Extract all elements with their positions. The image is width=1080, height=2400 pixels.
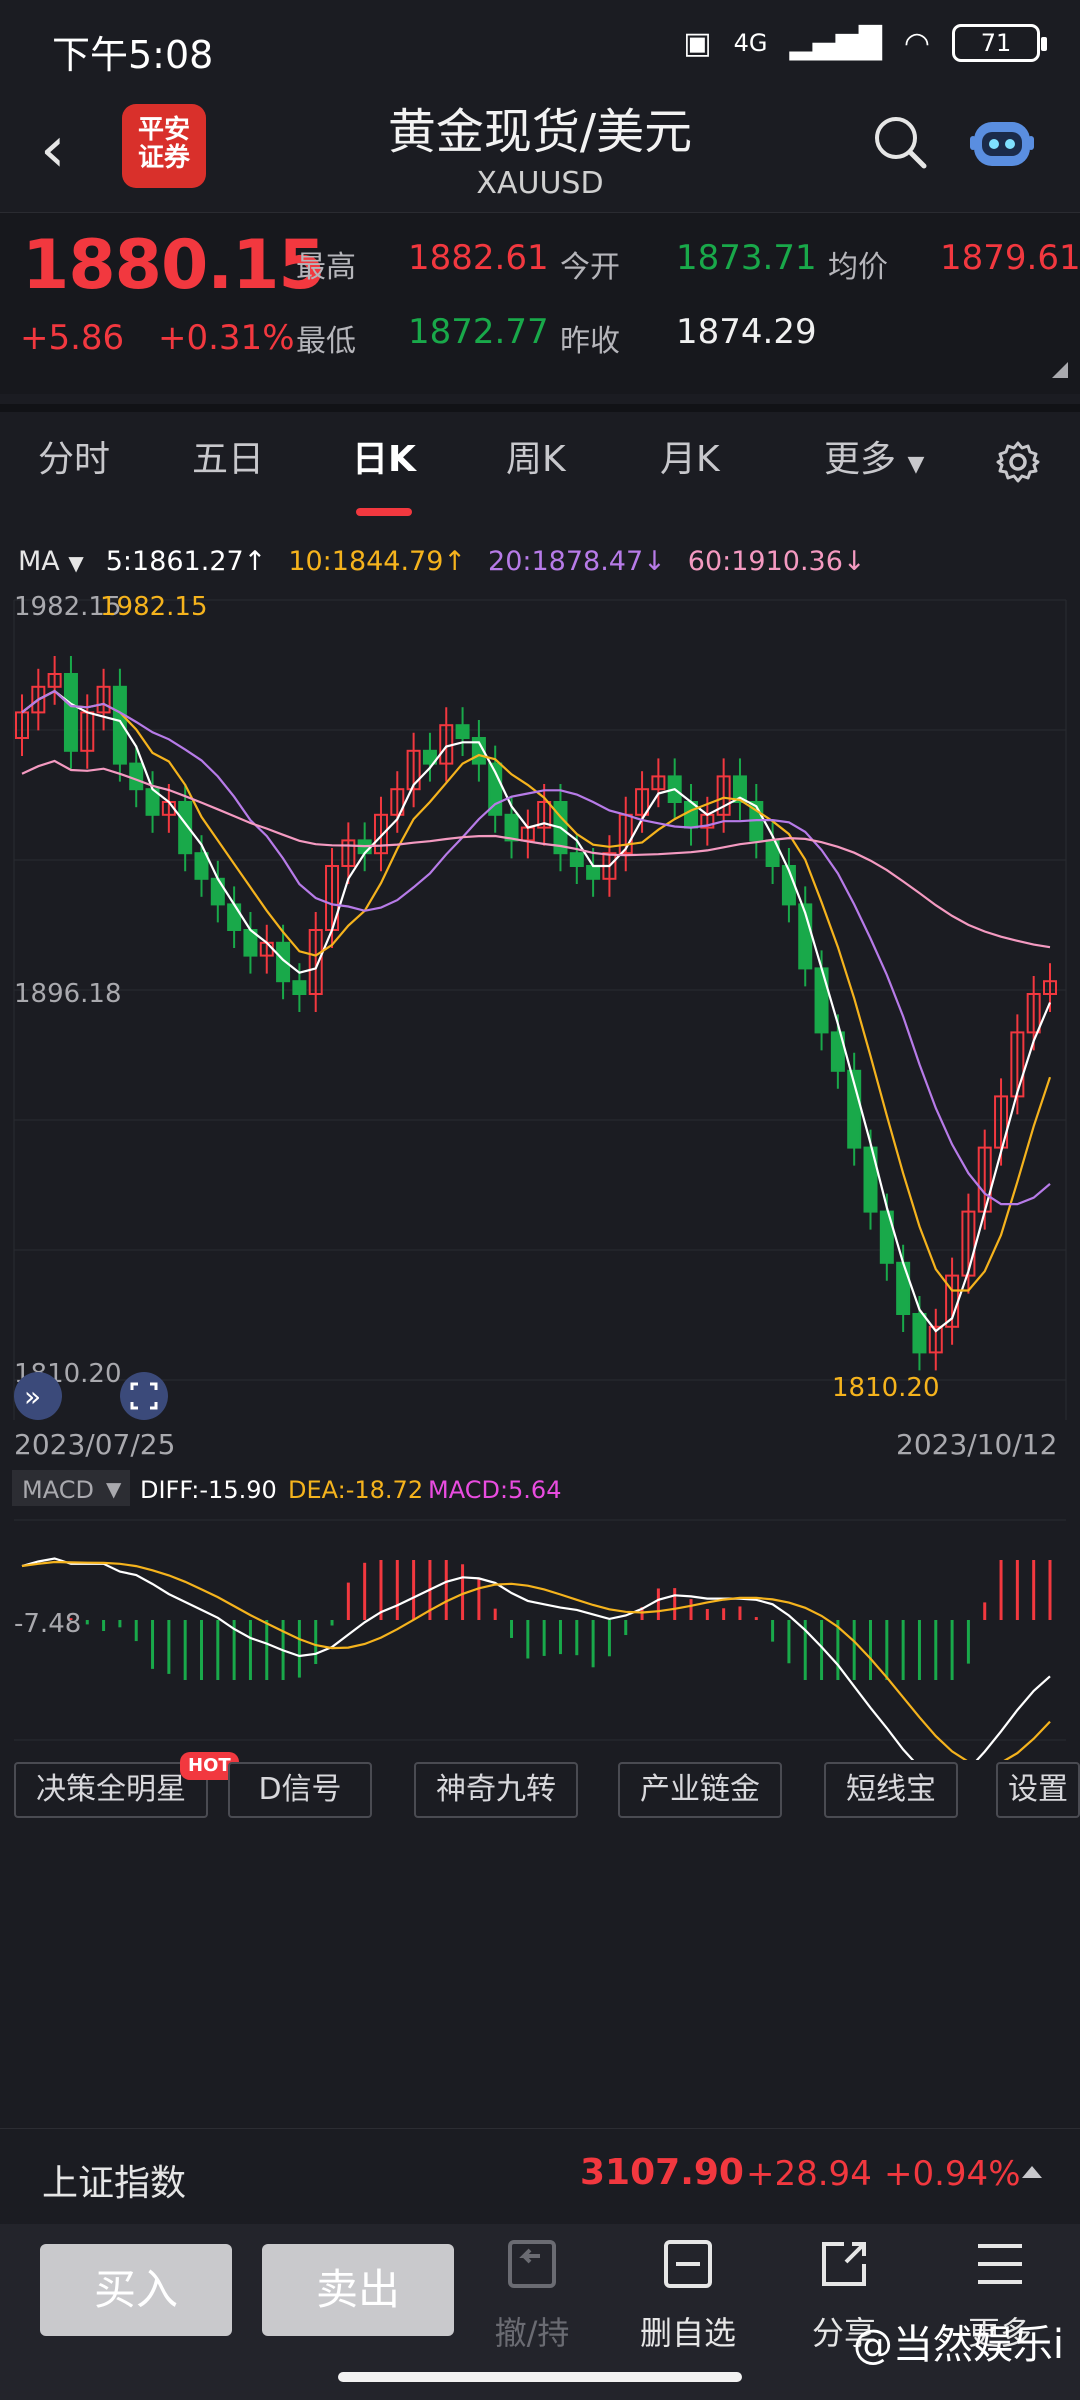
active-tab-indicator [356, 508, 412, 516]
battery-icon: 71 [952, 24, 1047, 62]
macd-label: MACD [22, 1476, 94, 1504]
macd-axis-label: -7.48 [14, 1609, 81, 1639]
min-price-marker: 1810.20 [832, 1373, 940, 1403]
chart-grid [13, 599, 1067, 1741]
minus-square-icon [664, 2240, 712, 2288]
expand-corner-icon[interactable] [1052, 362, 1068, 378]
index-change: +28.94 [746, 2154, 872, 2194]
high-label: 最高 [296, 250, 356, 285]
open-label: 今开 [560, 250, 620, 285]
price-change-pct: +0.31% [158, 318, 295, 358]
nfc-icon: ▣ [683, 25, 712, 61]
tool-short-line[interactable]: 短线宝 [824, 1762, 958, 1818]
start-date-label: 2023/07/25 [14, 1428, 175, 1461]
status-time: 下午5:08 [52, 33, 214, 77]
candlesticks [15, 656, 1057, 1371]
ma-label[interactable]: MA ▼ [18, 546, 84, 577]
ma-legend[interactable]: MA ▼ 5:1861.27↑ 10:1844.79↑ 20:1878.47↓ … [18, 546, 866, 577]
ma10-value: 10:1844.79↑ [288, 546, 467, 577]
remove-watchlist-button[interactable]: 删自选 [628, 2234, 748, 2354]
cancel-icon [508, 2240, 556, 2288]
kline-chart[interactable]: 1982.15 1982.15 1896.18 1810.20 1810.20 … [0, 590, 1080, 1760]
prev-close-value: 1874.29 [676, 312, 817, 352]
macd-diff: DIFF:-15.90 [140, 1476, 277, 1504]
price-change: +5.86 [20, 318, 125, 358]
prev-close-label: 昨收 [560, 324, 620, 359]
expand-left-button[interactable]: » [14, 1372, 62, 1420]
macd-value: MACD:5.64 [428, 1476, 561, 1504]
low-value: 1872.77 [408, 312, 549, 352]
tab-daily-k[interactable]: 日K [352, 430, 416, 482]
ma-lines [21, 689, 1052, 1333]
network-label: 4G [733, 29, 768, 57]
signal-icon: ▂▄▆█ [789, 25, 882, 61]
avg-label: 均价 [828, 250, 888, 285]
watermark: @当然娱乐i [852, 2322, 1064, 2368]
avg-value: 1879.61 [940, 238, 1080, 278]
end-date-label: 2023/10/12 [896, 1428, 1057, 1461]
index-change-pct: +0.94% [884, 2154, 1021, 2194]
tool-decision-allstar[interactable]: 决策全明星 [14, 1762, 208, 1818]
tab-more[interactable]: 更多 ▼ [824, 430, 924, 482]
home-indicator[interactable] [338, 2372, 742, 2382]
index-name: 上证指数 [42, 2163, 187, 2204]
tab-monthly-k[interactable]: 月K [660, 430, 720, 482]
current-price: 1880.15 [22, 226, 326, 305]
macd-dea: DEA:-18.72 [288, 1476, 423, 1504]
open-value: 1873.71 [676, 238, 817, 278]
tool-settings[interactable]: 设置 [996, 1762, 1080, 1818]
sell-button[interactable]: 卖出 [262, 2244, 454, 2336]
index-value: 3107.90 [580, 2152, 744, 2193]
wifi-icon: ◠ [903, 25, 930, 61]
high-value: 1882.61 [408, 238, 549, 278]
chevron-up-icon[interactable] [1022, 2166, 1042, 2178]
gear-icon[interactable] [996, 440, 1040, 484]
ma20-value: 20:1878.47↓ [488, 546, 666, 577]
robot-assistant-icon[interactable] [968, 112, 1036, 172]
ma60-value: 60:1910.36↓ [687, 546, 866, 577]
cancel-hold-button[interactable]: 撤/持 [472, 2234, 592, 2354]
tab-five-day[interactable]: 五日 [192, 430, 264, 482]
low-label: 最低 [296, 324, 356, 359]
svg-text:»: » [24, 1380, 41, 1413]
menu-icon [978, 2244, 1022, 2284]
buy-button[interactable]: 买入 [40, 2244, 232, 2336]
tab-weekly-k[interactable]: 周K [506, 430, 566, 482]
tab-intraday[interactable]: 分时 [38, 430, 110, 482]
y-axis-mid-label: 1896.18 [14, 979, 122, 1009]
macd-lines [21, 1557, 1051, 1760]
search-icon[interactable] [870, 112, 930, 172]
fullscreen-button[interactable] [120, 1372, 168, 1420]
tool-d-signal[interactable]: D信号 [228, 1762, 372, 1818]
tool-industry-chain[interactable]: 产业链金 [618, 1762, 782, 1818]
status-icons: ▣ 4G ▂▄▆█ ◠ 71 [683, 24, 1047, 62]
dropdown-icon: ▼ [907, 452, 925, 477]
max-price-marker: 1982.15 [100, 592, 208, 622]
share-icon [822, 2242, 866, 2286]
dropdown-icon: ▼ [106, 1477, 122, 1501]
tool-magic-nine[interactable]: 神奇九转 [414, 1762, 578, 1818]
ma5-value: 5:1861.27↑ [105, 546, 267, 577]
